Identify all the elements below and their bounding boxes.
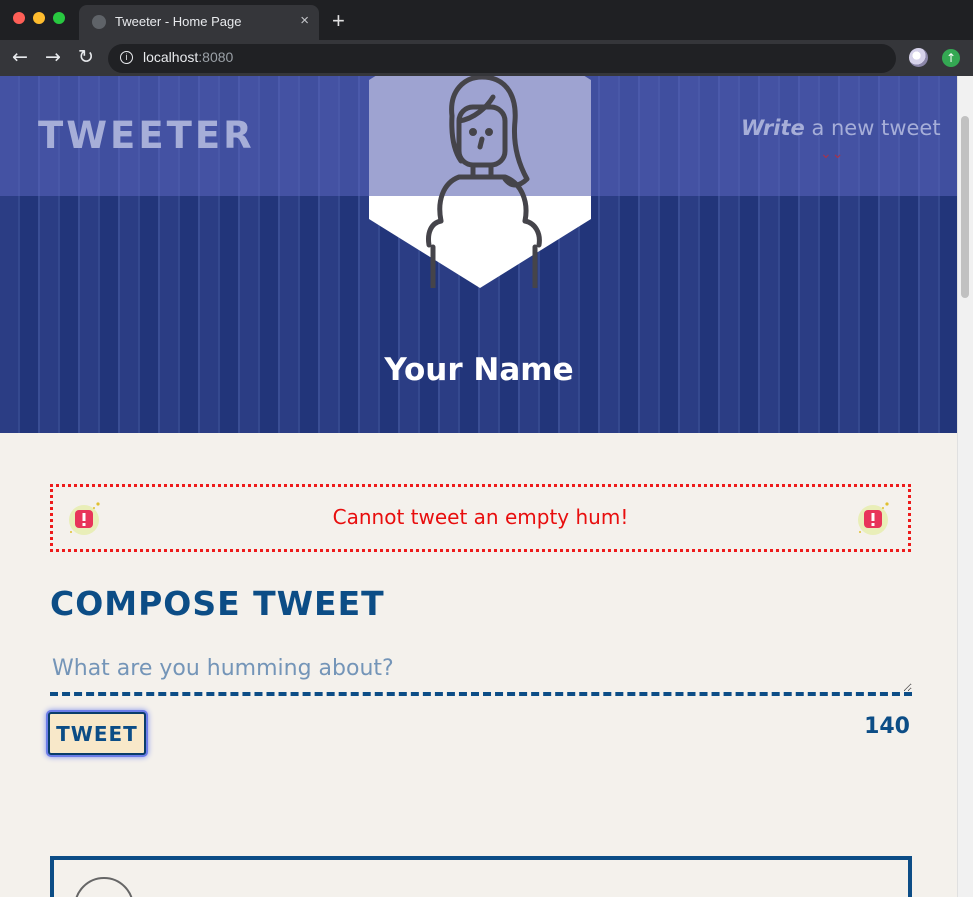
- write-rest: a new tweet: [804, 116, 941, 140]
- browser-tab[interactable]: Tweeter - Home Page ×: [79, 5, 319, 40]
- tweet-textarea[interactable]: [50, 656, 912, 696]
- alert-icon: [858, 502, 889, 535]
- new-tab-icon[interactable]: +: [332, 8, 345, 34]
- page-viewport: TWEETER Write a new tweet ⌄⌄ Your Name C…: [0, 76, 973, 897]
- write-emphasis: Write: [741, 116, 805, 140]
- forward-arrow-icon[interactable]: →: [45, 46, 61, 68]
- browser-titlebar: Tweeter - Home Page × +: [0, 0, 973, 40]
- page-scrollbar[interactable]: [957, 76, 973, 897]
- error-banner: Cannot tweet an empty hum!: [50, 484, 911, 552]
- profile-name: Your Name: [384, 352, 574, 388]
- compose-title: COMPOSE TWEET: [50, 584, 385, 623]
- close-window-icon[interactable]: [13, 12, 25, 24]
- profile-header: TWEETER Write a new tweet ⌄⌄ Your Name: [0, 76, 958, 433]
- url-text[interactable]: localhost:8080: [143, 49, 233, 65]
- back-arrow-icon[interactable]: ←: [12, 46, 28, 68]
- site-info-icon[interactable]: i: [120, 51, 133, 64]
- maximize-window-icon[interactable]: [53, 12, 65, 24]
- tweet-submit-button[interactable]: TWEET: [48, 712, 146, 755]
- tab-title: Tweeter - Home Page: [115, 14, 242, 29]
- character-counter: 140: [864, 714, 910, 739]
- update-arrow-icon[interactable]: ↑: [942, 49, 960, 67]
- url-host: localhost: [143, 49, 199, 65]
- globe-icon: [92, 15, 106, 29]
- tab-close-icon[interactable]: ×: [300, 12, 309, 29]
- tweet-avatar: [74, 877, 134, 897]
- profile-extension-icon[interactable]: [909, 48, 928, 67]
- brand-logo[interactable]: TWEETER: [38, 114, 255, 157]
- tweet-card: [50, 856, 912, 897]
- reload-icon[interactable]: ↻: [78, 46, 94, 68]
- browser-toolbar: ← → ↻ i localhost:8080 ★ ↑: [0, 40, 973, 76]
- address-bar[interactable]: i localhost:8080 ★: [108, 44, 896, 73]
- error-message: Cannot tweet an empty hum!: [332, 505, 629, 529]
- profile-avatar: [369, 76, 591, 288]
- url-port: :8080: [198, 49, 234, 65]
- scrollbar-thumb[interactable]: [961, 116, 969, 298]
- double-chevron-down-icon[interactable]: ⌄⌄: [820, 147, 843, 161]
- minimize-window-icon[interactable]: [33, 12, 45, 24]
- write-new-tweet-link[interactable]: Write a new tweet: [741, 116, 941, 140]
